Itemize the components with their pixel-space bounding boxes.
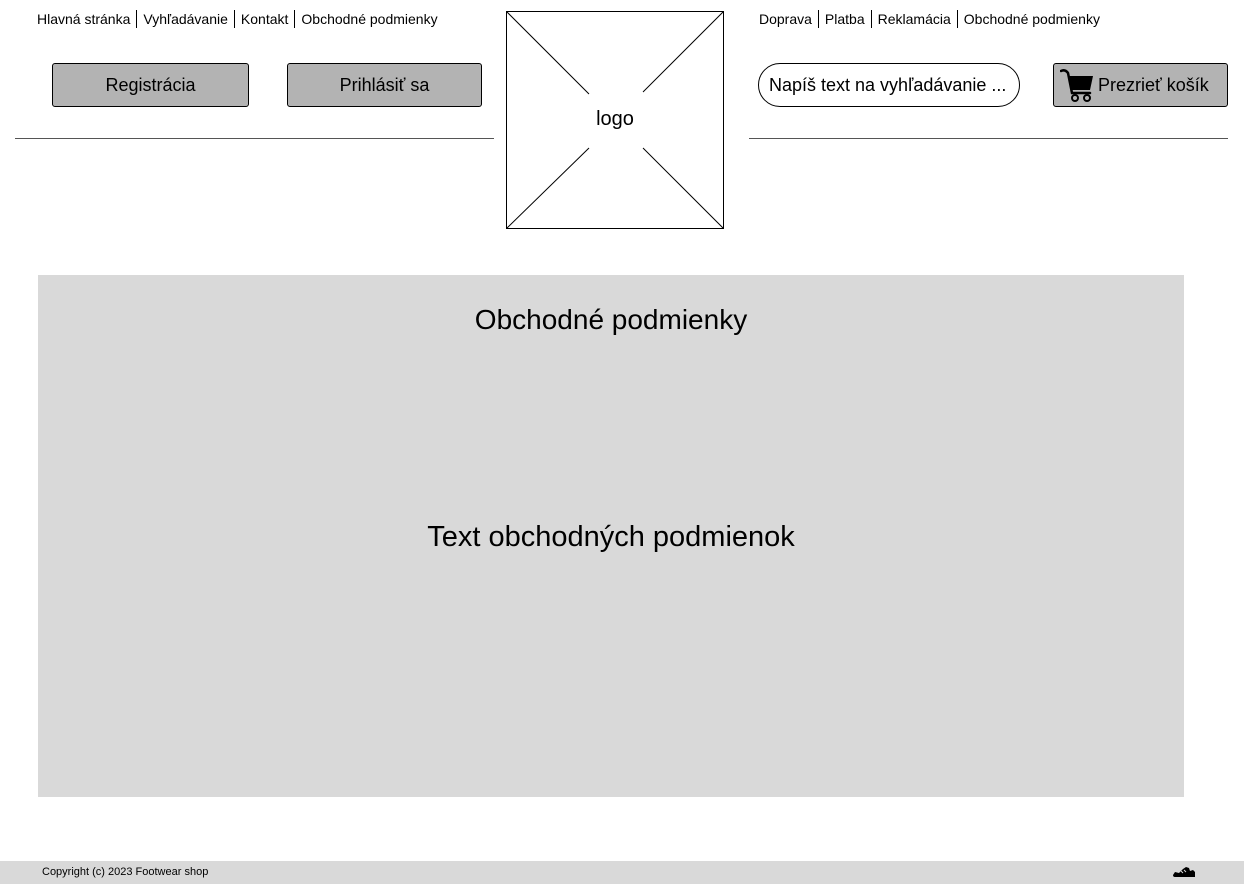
register-button-label: Registrácia [105,74,196,95]
nav-link-home[interactable]: Hlavná stránka [37,9,130,29]
nav-link-contact[interactable]: Kontakt [241,9,288,29]
register-button[interactable]: Registrácia [52,63,249,107]
footer: Copyright (c) 2023 Footwear shop [0,861,1244,884]
view-cart-button[interactable]: Prezrieť košík [1053,63,1228,107]
nav-link-search[interactable]: Vyhľadávanie [143,9,228,29]
nav-separator [956,10,958,28]
nav-separator [870,10,872,28]
shoe-icon [1173,867,1195,877]
header-divider-left [15,138,494,139]
copyright-text: Copyright (c) 2023 Footwear shop [42,866,209,878]
terms-text: Text obchodných podmienok [427,521,795,553]
top-nav-right: Doprava Platba Reklamácia Obchodné podmi… [759,9,1100,29]
view-cart-label: Prezrieť košík [1098,74,1209,95]
header-divider-right [749,138,1228,139]
nav-link-terms[interactable]: Obchodné podmienky [301,9,437,29]
nav-link-payment[interactable]: Platba [825,9,865,29]
nav-separator [233,10,235,28]
page-title: Obchodné podmienky [474,304,748,335]
nav-link-shipping[interactable]: Doprava [759,9,812,29]
nav-link-complaints[interactable]: Reklamácia [878,9,951,29]
logo-placeholder[interactable]: logo [506,11,724,229]
cart-icon [1060,69,1093,102]
nav-separator [817,10,819,28]
logo-text: logo [596,108,634,130]
nav-link-terms-right[interactable]: Obchodné podmienky [964,9,1100,29]
login-button-label: Prihlásiť sa [339,74,430,95]
search-input[interactable] [758,63,1020,107]
login-button[interactable]: Prihlásiť sa [287,63,482,107]
top-nav-left: Hlavná stránka Vyhľadávanie Kontakt Obch… [37,9,438,29]
nav-separator [136,10,138,28]
terms-content-panel: Obchodné podmienky Text obchodných podmi… [38,275,1184,797]
nav-separator [294,10,296,28]
